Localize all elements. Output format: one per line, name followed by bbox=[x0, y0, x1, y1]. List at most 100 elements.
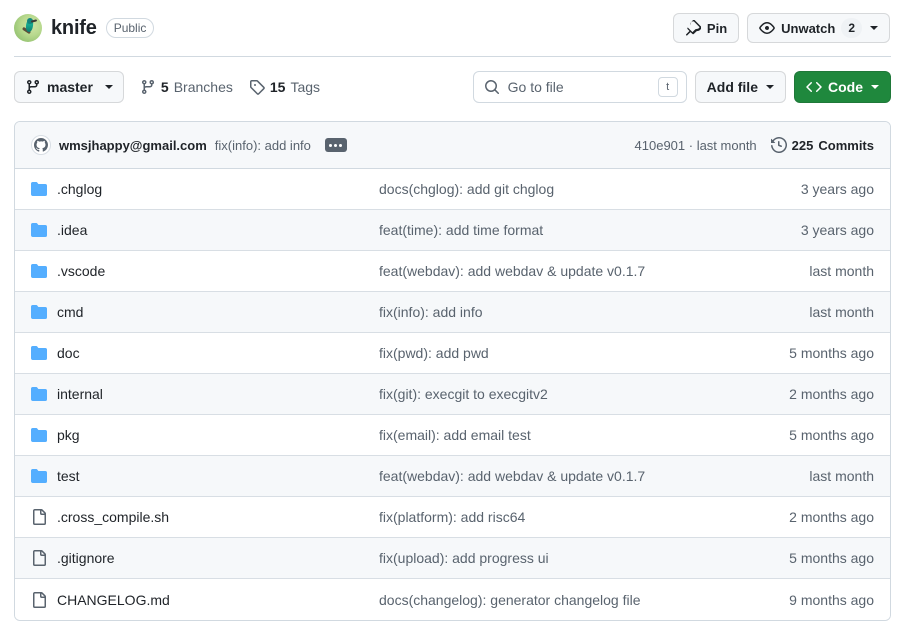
commit-author[interactable]: wmsjhappy@gmail.com bbox=[59, 138, 207, 153]
branches-label: Branches bbox=[173, 79, 233, 95]
chevron-down-icon bbox=[766, 85, 774, 89]
file-name-cell: cmd bbox=[31, 304, 379, 320]
add-file-button[interactable]: Add file bbox=[694, 71, 786, 103]
pin-button-label: Pin bbox=[706, 20, 728, 36]
git-branch-icon bbox=[25, 79, 41, 95]
file-name-link[interactable]: .idea bbox=[57, 222, 87, 238]
file-commit-time: last month bbox=[809, 304, 874, 320]
folder-icon bbox=[31, 345, 47, 361]
file-name-link[interactable]: internal bbox=[57, 386, 103, 402]
git-branch-icon bbox=[140, 79, 156, 95]
commit-message[interactable]: fix(info): add info bbox=[215, 138, 311, 153]
code-button[interactable]: Code bbox=[794, 71, 891, 103]
file-commit-time: 9 months ago bbox=[789, 591, 874, 608]
file-commit-message[interactable]: docs(changelog): generator changelog fil… bbox=[379, 592, 789, 608]
file-commit-time: last month bbox=[809, 263, 874, 279]
github-mark-icon bbox=[31, 135, 51, 155]
file-commit-message[interactable]: feat(time): add time format bbox=[379, 222, 801, 238]
table-row[interactable]: .cross_compile.sh fix(platform): add risc… bbox=[15, 497, 890, 538]
file-commit-message[interactable]: feat(webdav): add webdav & update v0.1.7 bbox=[379, 468, 809, 484]
file-commit-message[interactable]: fix(info): add info bbox=[379, 304, 809, 320]
file-name-link[interactable]: cmd bbox=[57, 304, 83, 320]
repo-header: knife Public Pin Unwatch 2 bbox=[0, 0, 905, 48]
file-commit-message[interactable]: fix(platform): add risc64 bbox=[379, 509, 789, 525]
page-title[interactable]: knife bbox=[51, 17, 97, 40]
file-commit-time: 3 years ago bbox=[800, 222, 874, 238]
branches-link[interactable]: 5 Branches bbox=[140, 79, 233, 95]
table-row[interactable]: .gitignore fix(upload): add progress ui 5 … bbox=[15, 538, 890, 579]
table-row[interactable]: CHANGELOG.md docs(changelog): generator c… bbox=[15, 579, 890, 620]
file-icon bbox=[31, 591, 47, 608]
file-name-link[interactable]: .vscode bbox=[57, 263, 105, 279]
commits-count-label: Commits bbox=[818, 137, 874, 153]
file-commit-message[interactable]: fix(git): execgit to execgitv2 bbox=[379, 386, 789, 402]
hummingbird-avatar bbox=[14, 14, 42, 42]
file-name-link[interactable]: test bbox=[57, 468, 80, 484]
search-shortcut-key: t bbox=[657, 77, 678, 97]
branches-count: 5 bbox=[160, 79, 169, 95]
search-input[interactable] bbox=[507, 79, 650, 95]
commit-meta: 410e901 · last month 225 Commits bbox=[635, 137, 874, 153]
file-commit-message[interactable]: fix(email): add email test bbox=[379, 427, 789, 443]
file-commit-message[interactable]: docs(chglog): add git chglog bbox=[379, 181, 801, 197]
file-commit-time: 2 months ago bbox=[789, 509, 874, 525]
latest-commit-bar: wmsjhappy@gmail.com fix(info): add info … bbox=[15, 122, 890, 169]
watch-button[interactable]: Unwatch 2 bbox=[747, 13, 890, 43]
table-row[interactable]: internal fix(git): execgit to execgitv2 2 … bbox=[15, 374, 890, 415]
add-file-label: Add file bbox=[706, 79, 758, 95]
table-row[interactable]: doc fix(pwd): add pwd 5 months ago bbox=[15, 333, 890, 374]
chevron-down-icon bbox=[871, 85, 879, 89]
file-commit-time: 2 months ago bbox=[789, 386, 874, 402]
folder-icon bbox=[31, 304, 47, 320]
table-row[interactable]: cmd fix(info): add info last month bbox=[15, 292, 890, 333]
folder-icon bbox=[31, 181, 47, 197]
file-name-cell: .chglog bbox=[31, 181, 379, 197]
folder-icon bbox=[31, 222, 47, 238]
table-row[interactable]: test feat(webdav): add webdav & update v0… bbox=[15, 456, 890, 497]
toolbar-right: t Add file Code bbox=[472, 71, 891, 103]
watch-count-badge: 2 bbox=[841, 18, 862, 38]
folder-icon bbox=[31, 386, 47, 402]
file-name-link[interactable]: .gitignore bbox=[57, 550, 115, 566]
commit-sha-and-date[interactable]: 410e901 · last month bbox=[635, 138, 757, 153]
code-brackets-icon bbox=[806, 79, 822, 95]
file-commit-message[interactable]: fix(upload): add progress ui bbox=[379, 550, 789, 566]
status-badge: Public bbox=[105, 18, 155, 38]
file-name-cell: .cross_compile.sh bbox=[31, 509, 379, 525]
tag-icon bbox=[249, 79, 265, 95]
chevron-down-icon bbox=[870, 26, 878, 30]
file-name-link[interactable]: pkg bbox=[57, 427, 80, 443]
commits-count-value: 225 bbox=[791, 137, 814, 153]
file-name-link[interactable]: CHANGELOG.md bbox=[57, 592, 170, 608]
file-name-link[interactable]: doc bbox=[57, 345, 80, 361]
table-row[interactable]: .vscode feat(webdav): add webdav & update… bbox=[15, 251, 890, 292]
file-name-link[interactable]: .cross_compile.sh bbox=[57, 509, 169, 525]
latest-commit-info: wmsjhappy@gmail.com fix(info): add info bbox=[31, 135, 347, 155]
file-name-cell: .gitignore bbox=[31, 550, 379, 566]
tags-link[interactable]: 15 Tags bbox=[249, 79, 320, 95]
file-commit-message[interactable]: fix(pwd): add pwd bbox=[379, 345, 789, 361]
table-row[interactable]: .chglog docs(chglog): add git chglog 3 yea… bbox=[15, 169, 890, 210]
file-name-cell: test bbox=[31, 468, 379, 484]
pin-icon bbox=[685, 20, 701, 36]
watch-button-label: Unwatch bbox=[781, 20, 836, 36]
chevron-down-icon bbox=[104, 85, 113, 89]
file-rows: .chglog docs(chglog): add git chglog 3 yea… bbox=[15, 169, 890, 620]
go-to-file-search[interactable]: t bbox=[472, 71, 687, 103]
file-name-cell: .vscode bbox=[31, 263, 379, 279]
file-name-link[interactable]: .chglog bbox=[57, 181, 102, 197]
table-row[interactable]: .idea feat(time): add time format 3 years … bbox=[15, 210, 890, 251]
pin-button[interactable]: Pin bbox=[672, 13, 740, 43]
branch-selector[interactable]: master bbox=[14, 71, 124, 103]
file-commit-message[interactable]: feat(webdav): add webdav & update v0.1.7 bbox=[379, 263, 809, 279]
history-icon bbox=[770, 137, 787, 153]
folder-icon bbox=[31, 468, 47, 484]
ellipsis-icon[interactable] bbox=[324, 138, 347, 152]
commits-history-link[interactable]: 225 Commits bbox=[770, 137, 874, 153]
file-commit-time: last month bbox=[809, 468, 874, 484]
file-name-cell: internal bbox=[31, 386, 379, 402]
table-row[interactable]: pkg fix(email): add email test 5 months ag… bbox=[15, 415, 890, 456]
repository-page: knife Public Pin Unwatch 2 master 5 Bran… bbox=[0, 0, 905, 631]
file-commit-time: 5 months ago bbox=[789, 345, 874, 361]
folder-icon bbox=[31, 263, 47, 279]
